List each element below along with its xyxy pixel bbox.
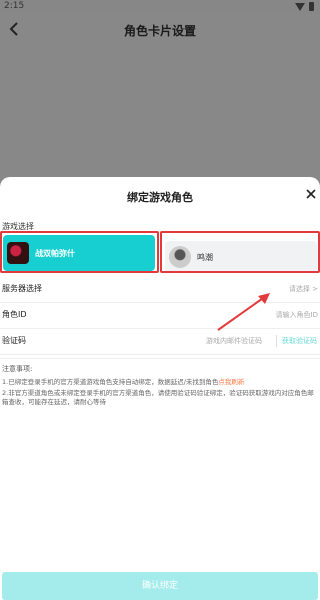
wifi-icon xyxy=(295,2,305,11)
status-icons xyxy=(295,2,314,11)
game-thumbnail xyxy=(169,246,191,268)
role-id-input[interactable]: 请输入角色ID xyxy=(276,310,318,320)
notes-list: 1.已绑定登录手机的官方渠道游戏角色支持自动绑定，数据延迟/未找到角色点我刷新 … xyxy=(2,378,318,409)
game-option-wuthering[interactable]: 鸣潮 xyxy=(165,241,317,273)
game-name: 战双帕弥什 xyxy=(35,248,75,258)
game-name: 鸣潮 xyxy=(197,252,213,262)
game-select-label: 游戏选择 xyxy=(2,222,34,231)
arrow-annotation xyxy=(217,293,270,331)
top-navigation: 角色卡片设置 xyxy=(0,14,320,46)
notes-title: 注意事项: xyxy=(2,365,33,373)
refresh-link[interactable]: 点我刷新 xyxy=(218,378,244,386)
code-label: 验证码 xyxy=(2,336,26,345)
server-label: 服务器选择 xyxy=(2,284,42,293)
note-item: 2.非官方渠道角色或未绑定登录手机的官方渠道角色，请使用验证码验证绑定，验证码获… xyxy=(2,388,314,407)
game-option-punishing[interactable]: 战双帕弥什 xyxy=(3,235,155,271)
sheet-title: 绑定游戏角色 xyxy=(127,191,193,204)
server-select-value[interactable]: 请选择 > xyxy=(289,284,318,294)
status-time: 2:15 xyxy=(4,1,25,11)
get-code-button[interactable]: 获取验证码 xyxy=(282,336,317,346)
code-input[interactable]: 游戏内邮件验证码 xyxy=(206,336,262,346)
confirm-bind-button[interactable]: 确认绑定 xyxy=(2,572,318,600)
game-thumbnail xyxy=(7,242,29,264)
divider xyxy=(0,358,320,359)
battery-icon xyxy=(309,2,314,11)
divider xyxy=(276,335,277,347)
close-icon[interactable] xyxy=(304,187,318,201)
note-item: 1.已绑定登录手机的官方渠道游戏角色支持自动绑定，数据延迟/未找到角色点我刷新 xyxy=(2,378,245,386)
role-id-label: 角色ID xyxy=(2,310,27,319)
page-title: 角色卡片设置 xyxy=(123,24,196,38)
status-bar: 2:15 xyxy=(0,0,320,14)
